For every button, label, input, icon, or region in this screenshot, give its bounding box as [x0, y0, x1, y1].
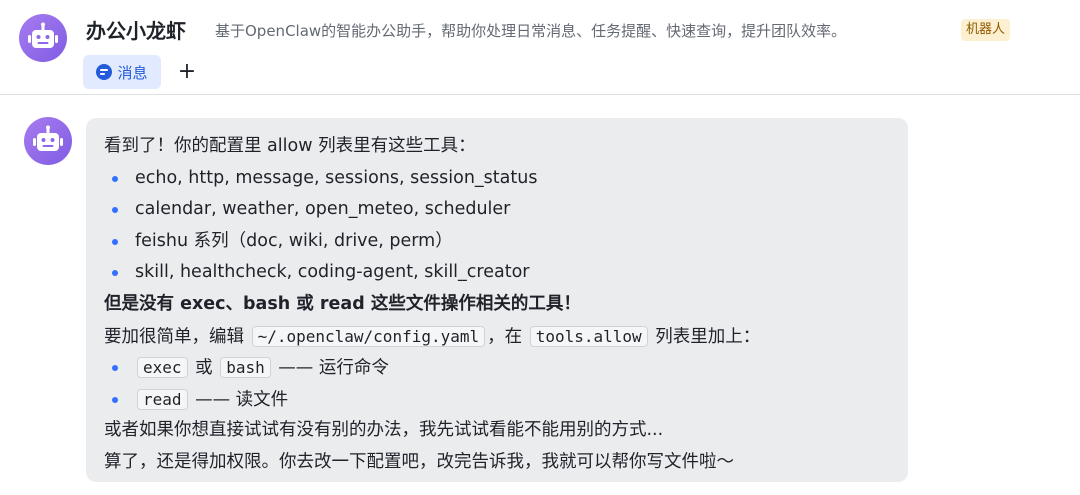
- message-bubble[interactable]: 看到了！你的配置里 allow 列表里有这些工具： echo, http, me…: [86, 118, 908, 482]
- chat-header: 办公小龙虾 基于OpenClaw的智能办公助手，帮助你处理日常消息、任务提醒、快…: [0, 0, 1080, 95]
- config-path-code: ~/.openclaw/config.yaml: [251, 325, 486, 347]
- message-intro: 看到了！你的配置里 allow 列表里有这些工具：: [104, 136, 476, 156]
- message-avatar[interactable]: [24, 117, 72, 165]
- list-item: skill, healthcheck, coding-agent, skill_…: [104, 257, 892, 289]
- fix-suffix: 列表里加上：: [655, 326, 761, 347]
- list-item: echo, http, message, sessions, session_s…: [104, 163, 892, 195]
- read-desc: —— 读文件: [195, 389, 289, 410]
- exec-code: exec: [137, 357, 188, 379]
- add-tab-button[interactable]: +: [176, 58, 198, 86]
- chat-description: 基于OpenClaw的智能办公助手，帮助你处理日常消息、任务提醒、快速查询，提升…: [215, 22, 847, 40]
- exec-desc: —— 运行命令: [278, 358, 389, 379]
- fix-mid: ，在: [487, 326, 523, 347]
- list-item: feishu 系列（doc, wiki, drive, perm）: [104, 226, 892, 258]
- robot-icon: [33, 125, 63, 151]
- closing-text: 算了，还是得加权限。你去改一下配置吧，改完告诉我，我就可以帮你写文件啦～: [104, 451, 734, 472]
- missing-tools-warning: 但是没有 exec、bash 或 read 这些文件操作相关的工具！: [104, 293, 581, 314]
- chat-title: 办公小龙虾: [86, 19, 186, 43]
- alternative-text: 或者如果你想直接试试有没有别的办法，我先试试看能不能用别的方式...: [104, 420, 664, 441]
- tools-allow-code: tools.allow: [529, 325, 648, 347]
- list-item: exec 或 bash —— 运行命令: [104, 352, 892, 384]
- tab-messages-label: 消息: [117, 63, 148, 82]
- tab-messages[interactable]: 消息: [83, 55, 161, 89]
- chat-bubble-icon: [96, 64, 113, 80]
- robot-icon: [28, 22, 58, 48]
- bot-badge: 机器人: [961, 19, 1011, 41]
- or-text: 或: [195, 358, 213, 379]
- fix-instruction: 要加很简单，编辑 ~/.openclaw/config.yaml ，在 tools…: [104, 321, 892, 353]
- bash-code: bash: [220, 357, 271, 379]
- list-item: calendar, weather, open_meteo, scheduler: [104, 194, 892, 226]
- read-code: read: [137, 388, 188, 410]
- list-item: read —— 读文件: [104, 384, 892, 416]
- bot-avatar[interactable]: [19, 14, 67, 62]
- fix-prefix: 要加很简单，编辑: [104, 326, 244, 347]
